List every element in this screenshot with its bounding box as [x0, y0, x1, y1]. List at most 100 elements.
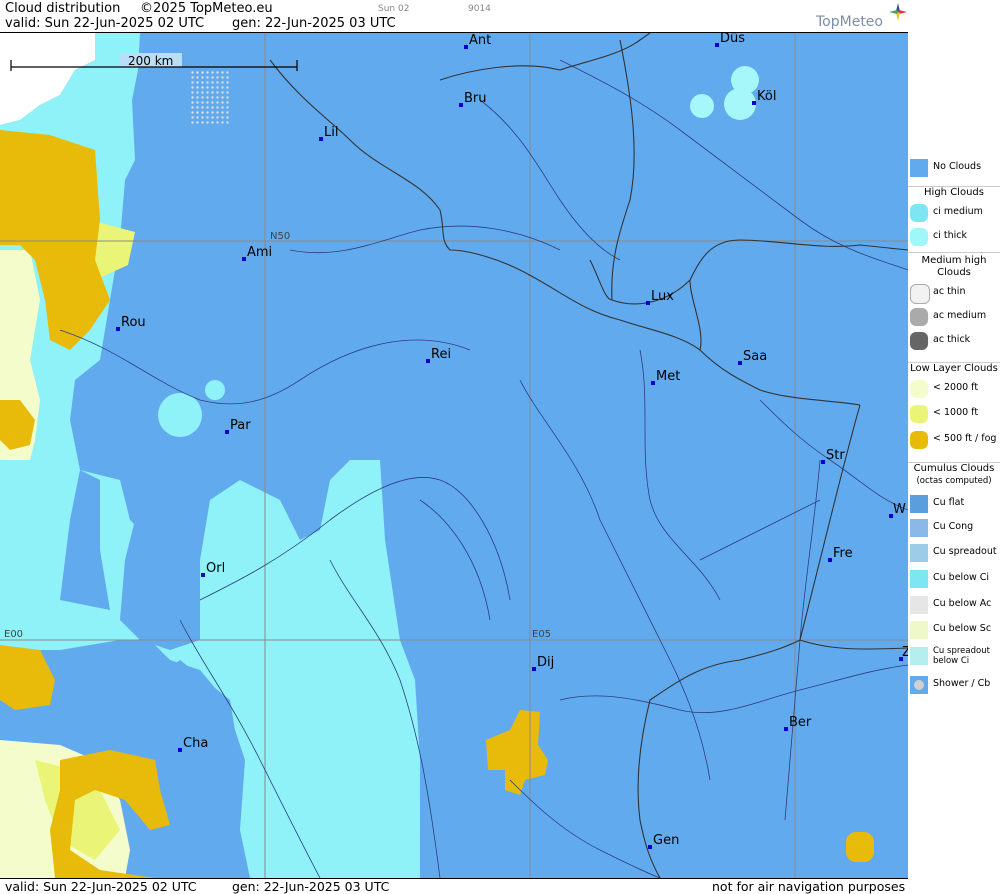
legend-label: No Clouds — [933, 161, 982, 172]
swatch — [910, 519, 928, 537]
code-label: 9014 — [468, 4, 491, 14]
city-label[interactable]: Rou — [121, 315, 146, 330]
city-label[interactable]: Orl — [206, 561, 225, 576]
legend-ac-thick: ac thick — [908, 330, 1000, 352]
header-bar: Cloud distribution ©2025 TopMeteo.eu Sun… — [0, 0, 908, 33]
scale-label: 200 km — [128, 54, 173, 68]
legend-cu-below-sc: Cu below Sc — [908, 619, 1000, 641]
city-dot — [784, 727, 788, 731]
gen-time: gen: 22-Jun-2025 03 UTC — [232, 16, 396, 31]
city-dot — [828, 558, 832, 562]
legend-label: Cu below Ci — [933, 572, 990, 583]
city-label[interactable]: Gen — [653, 833, 679, 848]
swatch — [910, 621, 928, 639]
city-dot — [116, 327, 120, 331]
ci-patch — [158, 393, 202, 437]
legend-label: Cu spreadout below Ci — [933, 646, 990, 666]
legend-panel: No Clouds High Clouds ci medium ci thick… — [908, 0, 1000, 893]
product-title: Cloud distribution — [5, 1, 121, 16]
footer-valid: valid: Sun 22-Jun-2025 02 UTC — [5, 879, 197, 894]
grid-label-n50: N50 — [270, 231, 290, 242]
swatch — [910, 228, 928, 246]
swatch — [910, 204, 928, 222]
copyright: ©2025 TopMeteo.eu — [140, 1, 273, 16]
cloud-map[interactable]: 200 km N50 E00 E05 Ant Düs Köl Bru Lil A… — [0, 33, 908, 878]
city-label[interactable]: Cha — [183, 736, 208, 751]
legend-ac-thin: ac thin — [908, 282, 1000, 304]
shower-icon — [914, 680, 924, 690]
swatch — [910, 380, 928, 398]
city-label[interactable]: Ant — [469, 33, 491, 48]
city-label[interactable]: Düs — [720, 33, 745, 46]
swatch — [910, 647, 928, 665]
swatch — [910, 284, 930, 304]
city-dot — [651, 381, 655, 385]
city-dot — [648, 845, 652, 849]
city-dot — [225, 430, 229, 434]
city-label[interactable]: Bru — [464, 91, 487, 106]
city-label[interactable]: Rei — [431, 347, 451, 362]
legend-medium-title: Medium high Clouds — [908, 252, 1000, 279]
legend-cu-spread: Cu spreadout — [908, 542, 1000, 564]
run-label: Sun 02 — [378, 4, 410, 14]
swatch — [910, 570, 928, 588]
swatch — [910, 544, 928, 562]
legend-ci-thick: ci thick — [908, 226, 1000, 248]
footer-disclaimer: not for air navigation purposes — [712, 879, 906, 894]
city-dot — [738, 361, 742, 365]
legend-label: < 1000 ft — [933, 407, 979, 418]
legend-label: ac thick — [933, 334, 971, 345]
legend-cu-title: Cumulus Clouds — [908, 462, 1000, 474]
ci-patch — [205, 380, 225, 400]
cu-below-ac-area — [190, 70, 230, 125]
swatch — [910, 332, 928, 350]
legend-cu-below-ci: Cu below Ci — [908, 568, 1000, 590]
legend-low-500: < 500 ft / fog — [908, 429, 1000, 451]
legend-label: Cu flat — [933, 497, 965, 508]
legend-label: Shower / Cb — [933, 678, 991, 689]
no-clouds-area — [0, 33, 908, 878]
city-label[interactable]: Met — [656, 369, 680, 384]
city-label[interactable]: Lil — [324, 125, 338, 140]
grid-label-e00: E00 — [4, 629, 23, 640]
city-label[interactable]: Par — [230, 418, 251, 433]
legend-cu-subtitle: (octas computed) — [916, 476, 992, 486]
city-dot — [426, 359, 430, 363]
legend-low-1000: < 1000 ft — [908, 403, 1000, 425]
legend-label: Cu below Ac — [933, 598, 992, 609]
legend-label: Cu spreadout — [933, 546, 997, 557]
city-label[interactable]: W — [893, 502, 906, 517]
legend-label: Cu below Sc — [933, 623, 992, 634]
legend-label: ci thick — [933, 230, 967, 241]
city-label[interactable]: Fre — [833, 546, 853, 561]
city-label[interactable]: Saa — [743, 349, 767, 364]
city-dot — [459, 103, 463, 107]
footer-gen: gen: 22-Jun-2025 03 UTC — [232, 879, 390, 894]
city-dot — [201, 573, 205, 577]
grid-label-e05: E05 — [532, 629, 551, 640]
legend-label: ci medium — [933, 206, 983, 217]
legend-low-title: Low Layer Clouds — [908, 362, 1000, 374]
ci-patch — [724, 88, 756, 120]
swatch — [910, 431, 928, 449]
legend-label: ac thin — [933, 286, 966, 297]
legend-label: ac medium — [933, 310, 987, 321]
ci-patch — [690, 94, 714, 118]
city-label[interactable]: Lux — [651, 289, 674, 304]
swatch — [910, 405, 928, 423]
valid-time: valid: Sun 22-Jun-2025 02 UTC — [5, 16, 205, 31]
legend-label: < 2000 ft — [933, 382, 979, 393]
city-dot — [319, 137, 323, 141]
legend-low-2000: < 2000 ft — [908, 378, 1000, 400]
city-label[interactable]: Dij — [537, 655, 554, 670]
legend-cu-cong: Cu Cong — [908, 517, 1000, 539]
city-dot — [532, 667, 536, 671]
city-label[interactable]: Str — [826, 448, 845, 463]
city-dot — [752, 101, 756, 105]
legend-label: < 500 ft / fog — [933, 433, 997, 444]
compass-logo-icon — [889, 3, 907, 21]
footer-bar: valid: Sun 22-Jun-2025 02 UTC gen: 22-Ju… — [0, 878, 908, 894]
city-label[interactable]: Ami — [247, 245, 272, 260]
city-label[interactable]: Köl — [757, 89, 776, 104]
city-label[interactable]: Ber — [789, 715, 812, 730]
